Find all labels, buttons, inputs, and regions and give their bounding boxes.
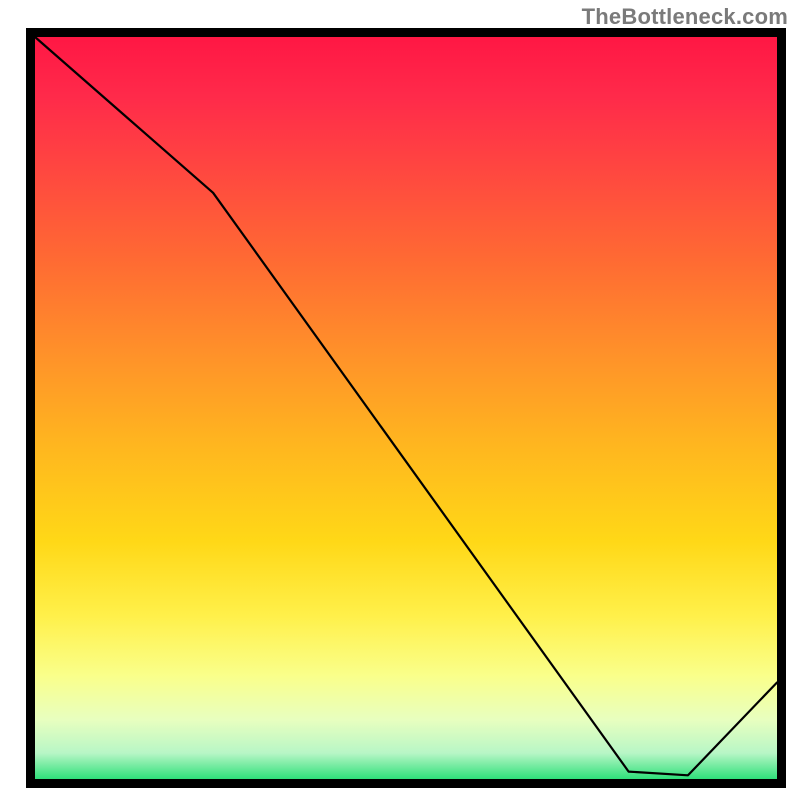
watermark-text: TheBottleneck.com (582, 4, 788, 30)
plot-background (35, 37, 777, 779)
bottleneck-chart (0, 0, 800, 800)
chart-stage: TheBottleneck.com (0, 0, 800, 800)
